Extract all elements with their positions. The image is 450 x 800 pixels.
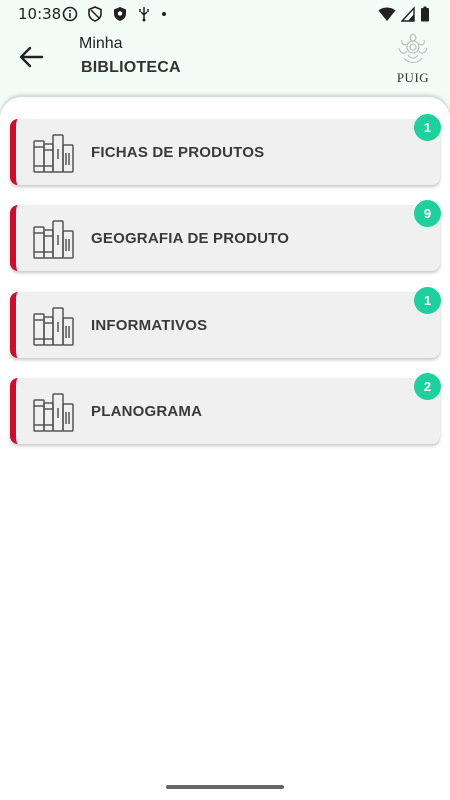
dot-icon <box>162 12 166 16</box>
arrow-left-icon <box>19 46 44 68</box>
count-badge: 1 <box>414 114 441 141</box>
status-icons-right <box>378 6 430 22</box>
count-badge: 2 <box>414 373 441 400</box>
books-icon <box>33 220 74 259</box>
status-bar: 10:38 <box>0 0 450 28</box>
books-icon <box>33 134 74 173</box>
brand-logo: PUIG <box>392 30 434 86</box>
category-label: FICHAS DE PRODUTOS <box>91 144 265 161</box>
category-card-fichas-de-produtos[interactable]: FICHAS DE PRODUTOS 1 <box>10 114 441 185</box>
usb-icon <box>139 7 149 22</box>
cellular-signal-icon <box>401 6 415 22</box>
count-badge: 1 <box>414 287 441 314</box>
brand-emblem-icon <box>398 33 428 64</box>
brand-logo-text: PUIG <box>396 70 430 85</box>
library-list: FICHAS DE PRODUTOS 1 GEOGRAFIA DE PRODUT… <box>0 97 450 800</box>
books-icon <box>33 307 74 346</box>
category-card-geografia-de-produto[interactable]: GEOGRAFIA DE PRODUTO 9 <box>10 200 441 271</box>
home-indicator[interactable] <box>166 785 284 789</box>
shield-check-icon <box>114 7 126 21</box>
shield-icon <box>88 6 102 22</box>
battery-icon <box>421 6 429 22</box>
page-title-line2: BIBLIOTECA <box>81 59 181 76</box>
count-badge: 9 <box>414 200 441 227</box>
back-button[interactable] <box>16 42 46 72</box>
category-label: INFORMATIVOS <box>91 317 208 334</box>
category-label: PLANOGRAMA <box>91 403 203 420</box>
status-time: 10:38 <box>18 5 62 23</box>
books-icon <box>33 393 74 432</box>
category-label: GEOGRAFIA DE PRODUTO <box>91 230 290 247</box>
category-card-informativos[interactable]: INFORMATIVOS 1 <box>10 287 441 358</box>
info-icon <box>62 6 78 22</box>
wifi-icon <box>378 7 396 21</box>
category-card-planograma[interactable]: PLANOGRAMA 2 <box>10 373 441 444</box>
status-icons-left <box>62 6 168 22</box>
page-title-line1: Minha <box>79 35 123 52</box>
